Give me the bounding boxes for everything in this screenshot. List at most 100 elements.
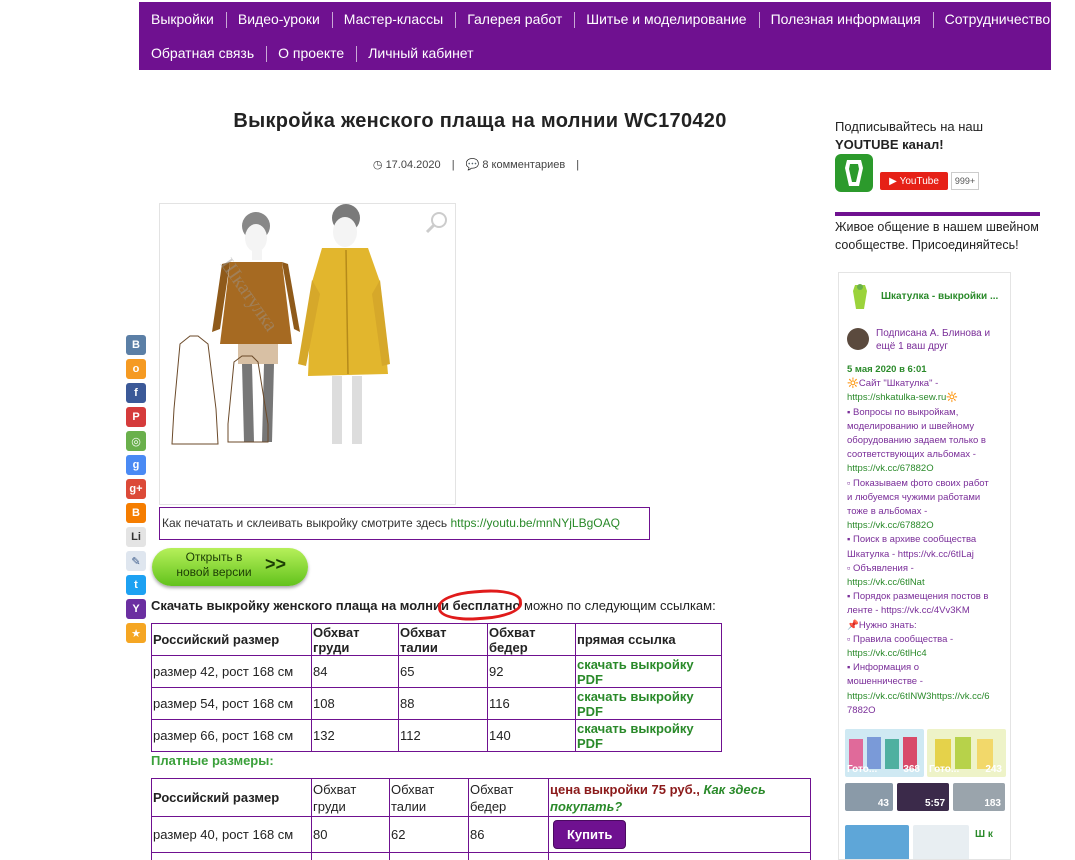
nav-item-video-lessons[interactable]: Видео-уроки [225, 11, 332, 28]
red-highlight-circle [437, 587, 523, 623]
vk-community-widget: Шкатулка - выкройки ... Подписана А. Бли… [838, 272, 1011, 860]
vk-post-date[interactable]: 5 мая 2020 в 6:01 [847, 363, 1007, 377]
youtube-button-label: YouTube [899, 175, 939, 187]
hips-cell: 116 [487, 687, 576, 720]
album-thumb[interactable]: Гото... 243 [927, 729, 1006, 777]
buy-button[interactable]: Купить [553, 820, 627, 849]
open-new-version-line2: новой версии [176, 565, 252, 579]
waist-cell [389, 852, 469, 860]
open-new-version-label: Открыть в новой версии [168, 550, 260, 580]
download-pdf-link[interactable]: скачать выкройку PDF [575, 687, 722, 720]
pinterest-share-icon[interactable]: P [126, 407, 146, 427]
vk-post-line[interactable]: https://shkatulka-sew.ru🔆 [847, 391, 1007, 405]
vk-post-line[interactable]: https://vk.cc/6tlNat [847, 576, 1007, 590]
bookmark-share-icon[interactable]: ★ [126, 623, 146, 643]
open-new-version-line1: Открыть в [185, 550, 243, 564]
vk-post-line[interactable]: Шкатулка - https://vk.cc/6tILaj [847, 548, 1007, 562]
nav-item-cooperation[interactable]: Сотрудничество [932, 11, 1062, 28]
vk-post-line[interactable]: https://vk.cc/6tlHc4 [847, 647, 1007, 661]
group-avatar-icon [853, 284, 867, 309]
comments-link[interactable]: 8 комментариев [482, 159, 565, 171]
nav-item-feedback[interactable]: Обратная связь [139, 45, 266, 61]
col-header-hips: Обхват бедер [468, 778, 549, 817]
video-thumb[interactable]: 43 [845, 783, 893, 811]
album-count: 368 [903, 764, 920, 775]
nav-item-about[interactable]: О проекте [266, 45, 356, 62]
hips-cell: 92 [487, 655, 576, 688]
nav-item-sewing-modeling[interactable]: Шитье и моделирование [574, 11, 758, 28]
odnoklassniki-share-icon[interactable]: о [126, 359, 146, 379]
album-thumb[interactable]: Гото... 368 [845, 729, 924, 777]
vk-post-line: ▫ Правила сообщества - [847, 633, 954, 645]
vk-post-line: 7882O [847, 704, 876, 716]
open-new-version-button[interactable]: Открыть в новой версии >> [152, 548, 308, 586]
print-instructions-box: Как печатать и склеивать выкройку смотри… [159, 507, 650, 540]
livejournal-share-icon[interactable]: ◎ [126, 431, 146, 451]
download-pdf-link[interactable]: скачать выкройку PDF [575, 719, 722, 752]
vk-post-line: 🔆Сайт "Шкатулка" - [847, 378, 939, 390]
channel-logo[interactable] [835, 154, 873, 192]
print-instructions-text: Как печатать и склеивать выкройку смотри… [162, 516, 451, 530]
nav-item-patterns[interactable]: Выкройки [139, 11, 226, 27]
community-invite-text: Живое общение в нашем швейном сообществе… [835, 220, 1039, 252]
download-intro-lead: Скачать выкройку женского плаща на молни… [151, 598, 453, 613]
video-thumb[interactable]: 183 [953, 783, 1005, 811]
col-header-hips: Обхват бедер [487, 623, 576, 656]
facebook-share-icon[interactable]: f [126, 383, 146, 403]
nav-item-gallery[interactable]: Галерея работ [455, 11, 574, 28]
liveinternet-share-icon[interactable]: Li [126, 527, 146, 547]
col-header-bust: Обхват груди [311, 778, 390, 817]
vk-post-line[interactable]: https://vk.cc/6tINW3https://vk.cc/6 [847, 690, 1007, 704]
hips-cell: 86 [468, 816, 549, 853]
blogger-share-icon[interactable]: B [126, 503, 146, 523]
col-header-bust: Обхват груди [311, 623, 399, 656]
album-count: 243 [985, 764, 1002, 775]
product-image[interactable]: Шкатулка [159, 203, 456, 505]
twitter-share-icon[interactable]: t [126, 575, 146, 595]
youtube-instructions-link[interactable]: https://youtu.be/mnNYjLBgOAQ [451, 516, 620, 530]
vk-share-icon[interactable]: В [126, 335, 146, 355]
subscriber-count: 999+ [951, 172, 979, 190]
google-plus-share-icon[interactable]: g+ [126, 479, 146, 499]
photo-thumb[interactable] [845, 825, 909, 859]
vk-post-line[interactable]: https://vk.cc/67882O [847, 462, 1007, 476]
vk-group-header[interactable]: Шкатулка - выкройки ... [847, 283, 1007, 311]
vk-post-line: ▪ Порядок размещения постов в [847, 591, 989, 603]
avatar [847, 328, 869, 350]
nav-item-account[interactable]: Личный кабинет [356, 45, 485, 62]
photo-thumb[interactable] [913, 825, 969, 859]
table-header-row: Российский размер Обхват груди Обхват та… [151, 623, 722, 656]
youtube-subscribe-button[interactable]: ▶ YouTube [880, 172, 948, 190]
google-share-icon[interactable]: g [126, 455, 146, 475]
vk-post-line: ▪ Информация о [847, 662, 920, 674]
coat-illustration: Шкатулка [171, 204, 390, 445]
album-caption: Гото... [847, 764, 878, 775]
double-arrow-icon: >> [264, 554, 286, 574]
video-count: 43 [877, 798, 889, 809]
social-share-bar: В о f P ◎ g g+ B Li ✎ t Y ★ [126, 335, 146, 647]
download-pdf-link[interactable]: скачать выкройку PDF [575, 655, 722, 688]
page-title: Выкройка женского плаща на молнии WC1704… [233, 110, 727, 132]
clock-icon: ◷ [372, 159, 383, 171]
vk-group-name[interactable]: Шкатулка - выкройки ... [881, 291, 998, 302]
waist-cell: 88 [398, 687, 488, 720]
nav-item-useful-info[interactable]: Полезная информация [758, 11, 933, 28]
table-row: размер 42, рост 168 см 84 65 92 скачать … [151, 655, 722, 688]
nav-row-2: Обратная связь О проекте Личный кабинет [139, 36, 486, 70]
nav-item-master-classes[interactable]: Мастер-классы [331, 11, 455, 28]
zoom-icon[interactable] [425, 210, 449, 239]
photo-thumb[interactable]: Ш к [973, 825, 1005, 859]
vk-post-line: моделированию и швейному [847, 420, 975, 432]
yahoo-share-icon[interactable]: Y [126, 599, 146, 619]
nav-row-1: Выкройки Видео-уроки Мастер-классы Галер… [139, 2, 1062, 36]
link-share-icon[interactable]: ✎ [126, 551, 146, 571]
waist-cell: 62 [389, 816, 469, 853]
size-cell: размер 66, рост 168 см [151, 719, 312, 752]
col-header-link: прямая ссылка [575, 623, 722, 656]
table-row: размер 66, рост 168 см 132 112 140 скача… [151, 719, 722, 752]
waist-cell: 65 [398, 655, 488, 688]
video-thumb[interactable]: 5:57 [897, 783, 949, 811]
vk-post-line[interactable]: ленте - https://vk.cc/4Vv3KM [847, 604, 1007, 618]
bust-cell: 80 [311, 816, 390, 853]
vk-post-line[interactable]: https://vk.cc/67882O [847, 519, 1007, 533]
